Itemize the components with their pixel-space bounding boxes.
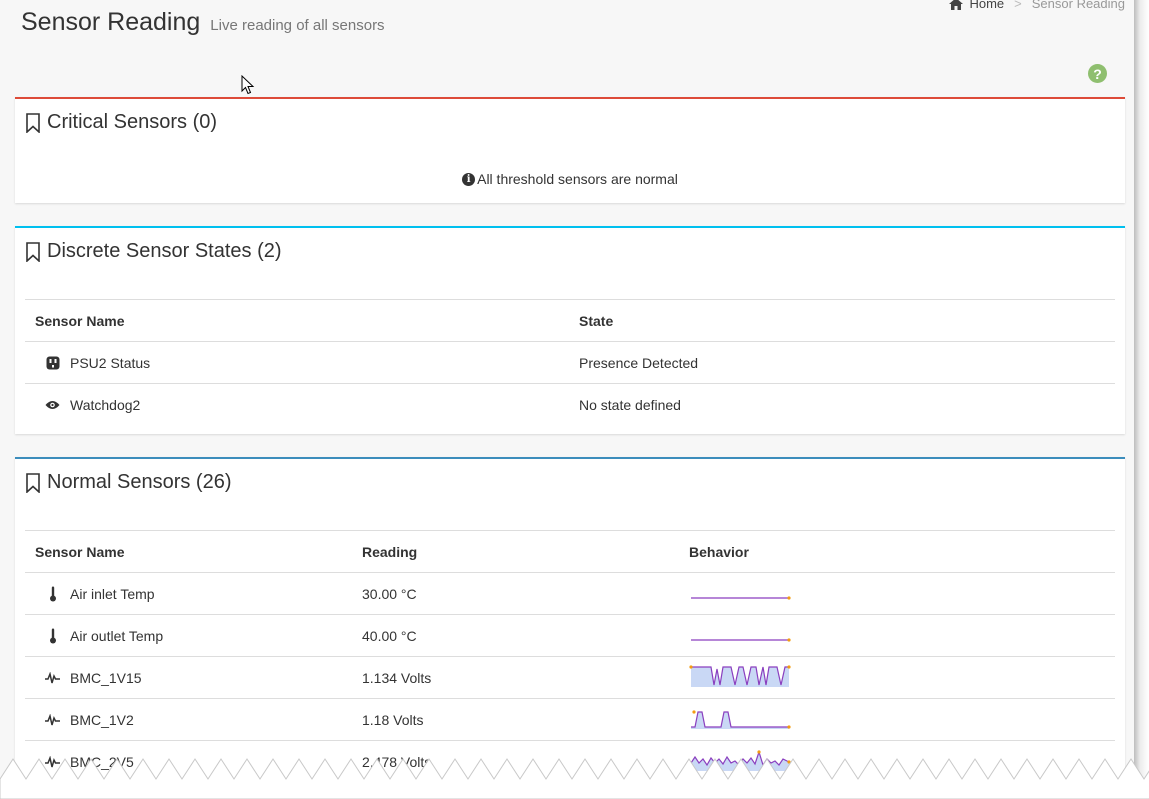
normal-sensors-table: Sensor Name Reading Behavior Air inlet T…: [25, 530, 1115, 782]
table-row[interactable]: Watchdog2 No state defined: [25, 383, 1115, 425]
sparkline: [689, 665, 791, 687]
sensor-name: Air inlet Temp: [70, 585, 155, 602]
column-header-sensor-name[interactable]: Sensor Name: [25, 530, 352, 573]
table-row[interactable]: BMC_1V15 1.134 Volts: [25, 656, 1115, 699]
page: Sensor Reading Live reading of all senso…: [0, 0, 1134, 799]
column-header-sensor-name[interactable]: Sensor Name: [25, 299, 569, 342]
sensor-name: Watchdog2: [70, 396, 141, 413]
power-plug-icon: [45, 356, 60, 370]
column-header-behavior[interactable]: Behavior: [679, 530, 1115, 573]
sensor-behavior: [679, 656, 1115, 699]
sensor-behavior: [679, 614, 1115, 657]
breadcrumb-home-label: Home: [969, 0, 1005, 11]
normal-sensors-title[interactable]: Normal Sensors (26): [25, 471, 232, 494]
pulse-icon: [45, 671, 60, 684]
sparkline: [691, 710, 791, 729]
table-row[interactable]: BMC_1V2 1.18 Volts: [25, 698, 1115, 741]
bookmark-icon: [26, 472, 40, 493]
sensor-behavior: [679, 698, 1115, 741]
sensor-state: Presence Detected: [569, 341, 1115, 384]
sensor-reading: 1.134 Volts: [352, 656, 679, 699]
breadcrumb-current: Sensor Reading: [1031, 0, 1125, 11]
column-header-state[interactable]: State: [569, 299, 1115, 342]
sensor-name: Air outlet Temp: [70, 627, 164, 644]
discrete-sensors-title-text: Discrete Sensor States (2): [47, 240, 282, 262]
page-header: Sensor Reading Live reading of all senso…: [21, 8, 385, 37]
breadcrumb-home[interactable]: Home: [949, 0, 1004, 11]
question-circle-icon[interactable]: ?: [1088, 64, 1107, 83]
sensor-name: BMC_1V2: [70, 711, 134, 728]
discrete-sensors-table: Sensor Name State PSU2 Status Presence D…: [25, 299, 1115, 425]
sparkline: [691, 638, 791, 642]
critical-sensors-message-text: All threshold sensors are normal: [477, 171, 678, 187]
bookmark-icon: [26, 241, 40, 262]
page-title: Sensor Reading: [21, 8, 201, 36]
page-subtitle: Live reading of all sensors: [210, 17, 385, 34]
discrete-sensors-title[interactable]: Discrete Sensor States (2): [25, 240, 282, 263]
home-icon: [949, 0, 964, 10]
info-icon: i: [462, 172, 476, 186]
critical-sensors-title-text: Critical Sensors (0): [47, 111, 218, 133]
torn-edge-decoration: [0, 758, 1149, 799]
bookmark-icon: [26, 112, 40, 133]
sensor-state: No state defined: [569, 383, 1115, 425]
sensor-reading: 40.00 °C: [352, 614, 679, 657]
sensor-behavior: [679, 572, 1115, 615]
pulse-icon: [45, 713, 60, 726]
critical-sensors-box: Critical Sensors (0) i All threshold sen…: [15, 97, 1125, 203]
sensor-name: PSU2 Status: [70, 354, 151, 371]
column-header-reading[interactable]: Reading: [352, 530, 679, 573]
sparkline: [691, 596, 791, 600]
breadcrumb-separator: >: [1014, 0, 1022, 11]
page-shadow-edge: [1134, 0, 1149, 799]
table-row[interactable]: PSU2 Status Presence Detected: [25, 341, 1115, 384]
table-row[interactable]: Air outlet Temp 40.00 °C: [25, 614, 1115, 657]
table-header-row: Sensor Name State: [25, 299, 1115, 342]
normal-sensors-title-text: Normal Sensors (26): [47, 471, 232, 493]
table-header-row: Sensor Name Reading Behavior: [25, 530, 1115, 573]
table-row[interactable]: Air inlet Temp 30.00 °C: [25, 572, 1115, 615]
eye-icon: [45, 400, 60, 410]
mouse-cursor-icon: [241, 75, 255, 95]
thermometer-icon: [45, 586, 60, 602]
sensor-reading: 1.18 Volts: [352, 698, 679, 741]
breadcrumb: Home > Sensor Reading: [949, 0, 1125, 11]
normal-sensors-box: Normal Sensors (26) Sensor Name Reading …: [15, 457, 1125, 799]
critical-sensors-title[interactable]: Critical Sensors (0): [25, 111, 217, 134]
critical-sensors-message: i All threshold sensors are normal: [15, 171, 1125, 187]
thermometer-icon: [45, 628, 60, 644]
discrete-sensors-box: Discrete Sensor States (2) Sensor Name S…: [15, 226, 1125, 434]
sensor-name: BMC_1V15: [70, 669, 142, 686]
sensor-reading: 30.00 °C: [352, 572, 679, 615]
